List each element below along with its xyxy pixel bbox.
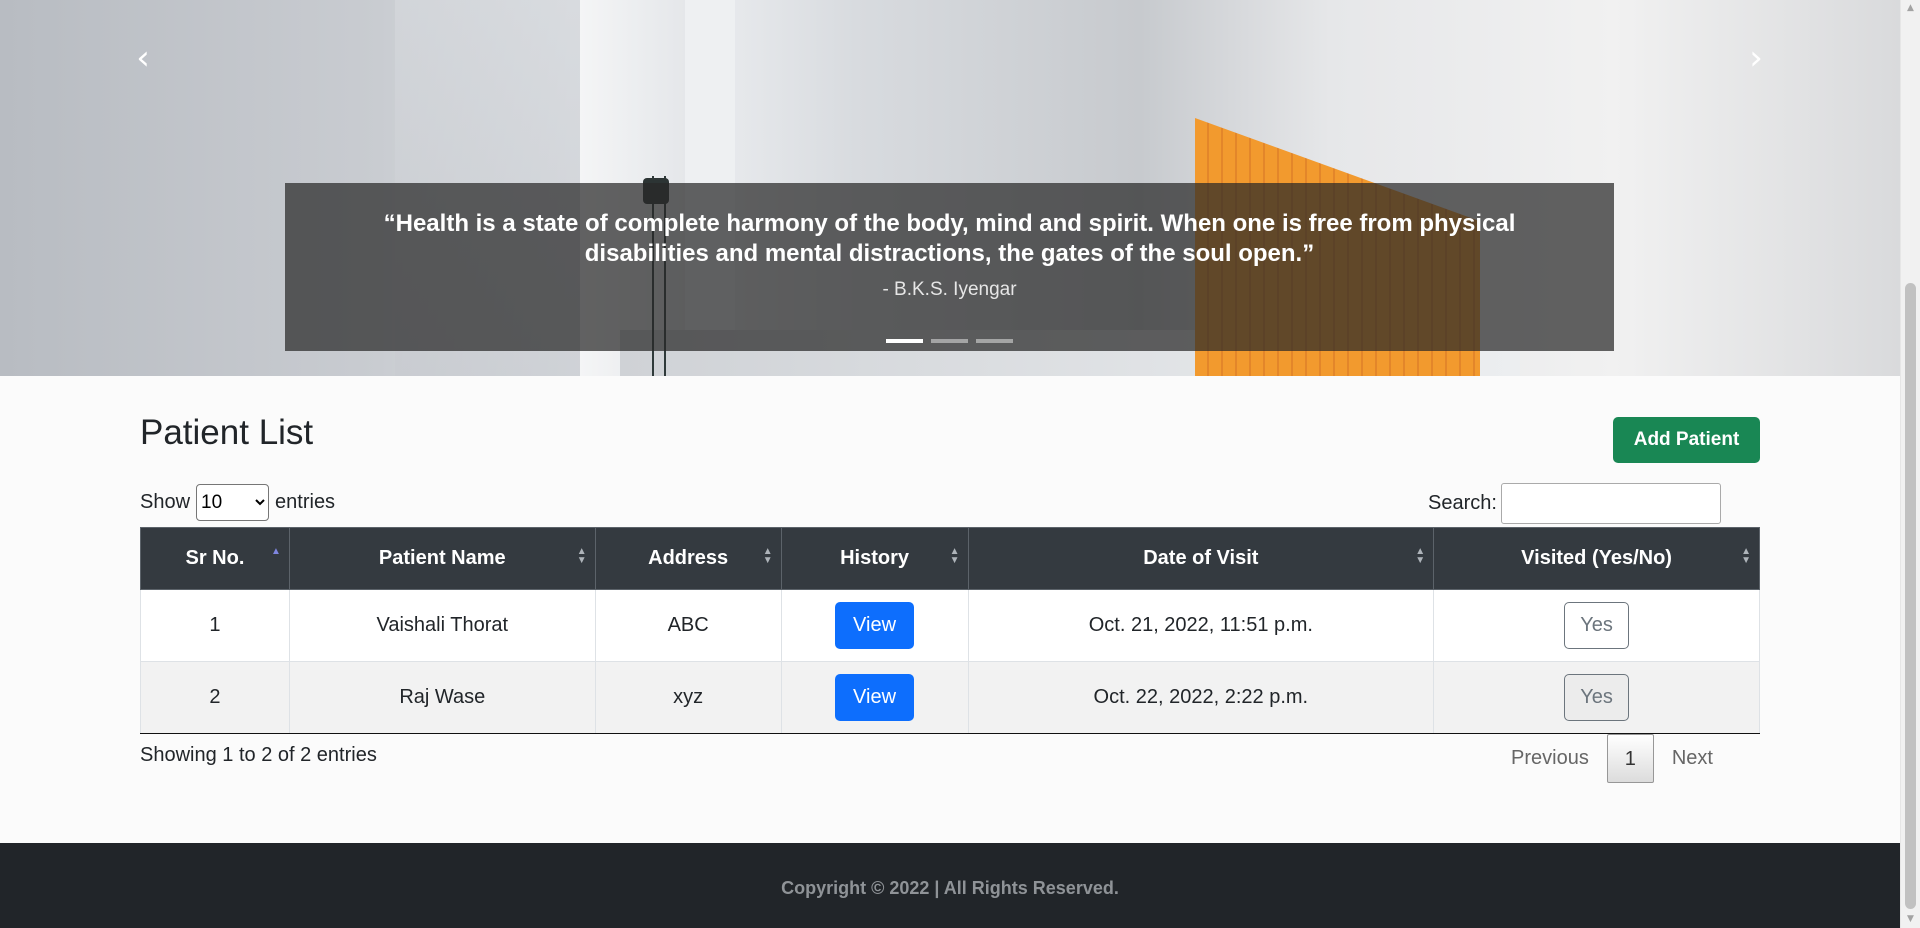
- carousel-prev-button[interactable]: ‹: [123, 38, 163, 78]
- column-header-visited[interactable]: Visited (Yes/No) ▲ ▼: [1433, 527, 1760, 590]
- column-header-label: History: [840, 547, 909, 569]
- table-header-row: Sr No. ▲ Patient Name ▲ ▼ Address ▲ ▼ History…: [140, 527, 1760, 590]
- column-header-label: Sr No.: [185, 547, 245, 569]
- visited-yes-button[interactable]: Yes: [1564, 602, 1630, 649]
- patient-table: Sr No. ▲ Patient Name ▲ ▼ Address ▲ ▼ History…: [140, 527, 1760, 734]
- carousel-author: - B.K.S. Iyengar: [882, 279, 1017, 300]
- carousel-caption: “Health is a state of complete harmony o…: [285, 183, 1614, 351]
- scroll-down-arrow-icon[interactable]: ▼: [1901, 911, 1920, 928]
- column-header-sr-no[interactable]: Sr No. ▲: [140, 527, 290, 590]
- length-menu: Show 10 entries: [140, 484, 335, 521]
- table-row: 1 Vaishali Thorat ABC View Oct. 21, 2022…: [140, 589, 1760, 662]
- table-row: 2 Raj Wase xyz View Oct. 22, 2022, 2:22 …: [140, 661, 1760, 734]
- view-history-button[interactable]: View: [835, 674, 915, 721]
- pagination: Previous 1 Next: [1493, 733, 1731, 783]
- sort-icon: ▲ ▼: [1741, 546, 1751, 566]
- sort-icon: ▲ ▼: [1415, 546, 1426, 566]
- carousel-indicator-3[interactable]: [976, 339, 1013, 343]
- cell-patient-name: Raj Wase: [288, 661, 596, 734]
- cell-visited: Yes: [1433, 661, 1760, 734]
- column-header-history[interactable]: History ▲ ▼: [780, 527, 969, 590]
- column-header-label: Address: [648, 547, 729, 569]
- cell-history: View: [780, 661, 969, 734]
- hero-carousel: ‹ › “Health is a state of complete harmo…: [0, 0, 1900, 376]
- sort-icon: ▲ ▼: [762, 546, 773, 566]
- sort-icon: ▲ ▼: [576, 546, 587, 566]
- column-header-label: Date of Visit: [1143, 547, 1259, 569]
- carousel-quote: “Health is a state of complete harmony o…: [383, 210, 1516, 267]
- carousel-indicator-1[interactable]: [886, 339, 923, 343]
- cell-visited: Yes: [1433, 589, 1760, 662]
- pagination-page-current[interactable]: 1: [1606, 733, 1654, 783]
- scroll-up-arrow-icon[interactable]: ▲: [1901, 0, 1920, 17]
- column-header-date-of-visit[interactable]: Date of Visit ▲ ▼: [967, 527, 1435, 590]
- chevron-left-icon: ‹: [136, 38, 150, 78]
- search-box: Search:: [1428, 483, 1721, 524]
- carousel-indicator-2[interactable]: [931, 339, 968, 343]
- table-info: Showing 1 to 2 of 2 entries: [140, 744, 377, 766]
- cell-date-of-visit: Oct. 21, 2022, 11:51 p.m.: [967, 589, 1435, 662]
- add-patient-button[interactable]: Add Patient: [1613, 417, 1760, 463]
- sort-asc-icon: ▲: [270, 546, 281, 557]
- visited-yes-button[interactable]: Yes: [1564, 674, 1630, 721]
- chevron-right-icon: ›: [1749, 38, 1763, 78]
- copyright-text: Copyright © 2022 | All Rights Reserved.: [781, 878, 1119, 898]
- cell-sr-no: 1: [140, 589, 290, 662]
- column-header-address[interactable]: Address ▲ ▼: [594, 527, 782, 590]
- cell-date-of-visit: Oct. 22, 2022, 2:22 p.m.: [967, 661, 1435, 734]
- page-scrollbar[interactable]: ▲ ▼: [1900, 0, 1920, 928]
- pagination-previous[interactable]: Previous: [1493, 733, 1607, 783]
- entries-select[interactable]: 10: [196, 484, 270, 521]
- cell-patient-name: Vaishali Thorat: [288, 589, 596, 662]
- cell-address: xyz: [594, 661, 782, 734]
- cell-history: View: [780, 589, 969, 662]
- pagination-next[interactable]: Next: [1654, 733, 1731, 783]
- sort-icon: ▲ ▼: [949, 546, 960, 566]
- search-input[interactable]: [1500, 483, 1721, 524]
- column-header-label: Visited (Yes/No): [1521, 547, 1672, 569]
- length-menu-suffix: entries: [275, 491, 336, 513]
- search-label: Search:: [1428, 492, 1497, 514]
- column-header-label: Patient Name: [378, 547, 506, 569]
- cell-address: ABC: [594, 589, 782, 662]
- carousel-next-button[interactable]: ›: [1736, 38, 1776, 78]
- cell-sr-no: 2: [140, 661, 290, 734]
- site-footer: Copyright © 2022 | All Rights Reserved.: [0, 843, 1900, 928]
- view-history-button[interactable]: View: [835, 602, 915, 649]
- column-header-patient-name[interactable]: Patient Name ▲ ▼: [288, 527, 596, 590]
- scrollbar-thumb[interactable]: [1905, 283, 1916, 909]
- length-menu-prefix: Show: [140, 491, 191, 513]
- carousel-indicators: [285, 339, 1614, 343]
- page-title: Patient List: [140, 413, 314, 452]
